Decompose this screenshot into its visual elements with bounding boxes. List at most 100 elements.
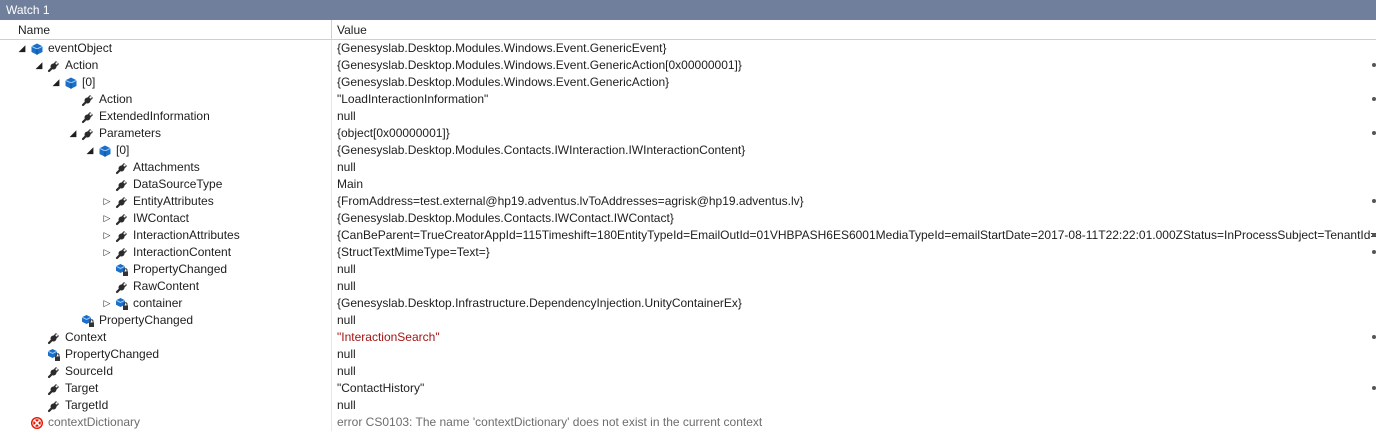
- row-name: [0]: [116, 143, 130, 157]
- name-column-header[interactable]: Name: [0, 20, 332, 39]
- row-value[interactable]: null: [332, 397, 1376, 414]
- row-value[interactable]: Main: [332, 176, 1376, 193]
- watch-row[interactable]: PropertyChanged null: [0, 312, 1376, 329]
- row-name: DataSourceType: [133, 177, 223, 191]
- name-cell: ▷ IWContact: [0, 210, 332, 227]
- watch-row[interactable]: SourceId null: [0, 363, 1376, 380]
- row-value[interactable]: {StructTextMimeType=Text=}: [332, 244, 1376, 261]
- name-cell: PropertyChanged: [0, 261, 332, 278]
- name-cell: ▷ container: [0, 295, 332, 312]
- watch-row[interactable]: PropertyChanged null: [0, 346, 1376, 363]
- watch-row[interactable]: ◢ Parameters {object[0x00000001]}: [0, 125, 1376, 142]
- watch-row[interactable]: ▷ InteractionAttributes {CanBeParent=TrueC…: [0, 227, 1376, 244]
- watch-row[interactable]: ExtendedInformation null: [0, 108, 1376, 125]
- row-value[interactable]: "InteractionSearch": [332, 329, 1376, 346]
- row-value[interactable]: "ContactHistory": [332, 380, 1376, 397]
- collapsed-arrow-icon[interactable]: ▷: [101, 295, 113, 312]
- collapsed-arrow-icon[interactable]: ▷: [101, 210, 113, 227]
- column-header: Name Value: [0, 20, 1376, 40]
- row-value[interactable]: null: [332, 346, 1376, 363]
- watch-row[interactable]: ◢ Action {Genesyslab.Desktop.Modules.Windo…: [0, 57, 1376, 74]
- wrench-icon: [81, 93, 95, 107]
- watch-row[interactable]: TargetId null: [0, 397, 1376, 414]
- overflow-marker: [1372, 335, 1376, 339]
- private-field-icon: [115, 263, 129, 277]
- watch-row[interactable]: RawContent null: [0, 278, 1376, 295]
- row-value[interactable]: null: [332, 312, 1376, 329]
- wrench-icon: [47, 331, 61, 345]
- row-value[interactable]: null: [332, 363, 1376, 380]
- name-cell: ▷ InteractionContent: [0, 244, 332, 261]
- name-cell: TargetId: [0, 397, 332, 414]
- expanded-arrow-icon[interactable]: ◢: [50, 74, 62, 91]
- watch-row[interactable]: ◢ eventObject {Genesyslab.Desktop.Modules.…: [0, 40, 1376, 57]
- expanded-arrow-icon[interactable]: ◢: [33, 57, 45, 74]
- row-value[interactable]: {object[0x00000001]}: [332, 125, 1376, 142]
- overflow-marker: [1372, 233, 1376, 237]
- wrench-icon: [115, 195, 129, 209]
- watch-row[interactable]: Attachments null: [0, 159, 1376, 176]
- expanded-arrow-icon[interactable]: ◢: [67, 125, 79, 142]
- row-name: Target: [65, 381, 99, 395]
- row-value[interactable]: {FromAddress=test.external@hp19.adventus…: [332, 193, 1376, 210]
- row-value[interactable]: null: [332, 108, 1376, 125]
- name-cell: Action: [0, 91, 332, 108]
- row-name: ExtendedInformation: [99, 109, 210, 123]
- row-value[interactable]: null: [332, 261, 1376, 278]
- row-value[interactable]: {Genesyslab.Desktop.Modules.Contacts.IWI…: [332, 142, 1376, 159]
- row-value[interactable]: {CanBeParent=TrueCreatorAppId=115Timeshi…: [332, 227, 1376, 244]
- watch-row[interactable]: Context "InteractionSearch": [0, 329, 1376, 346]
- watch-window-titlebar[interactable]: Watch 1: [0, 0, 1376, 20]
- row-value[interactable]: {Genesyslab.Desktop.Infrastructure.Depen…: [332, 295, 1376, 312]
- row-name: PropertyChanged: [65, 347, 160, 361]
- overflow-marker: [1372, 63, 1376, 67]
- wrench-icon: [115, 161, 129, 175]
- overflow-marker: [1372, 97, 1376, 101]
- row-name: Action: [65, 58, 99, 72]
- row-name: Context: [65, 330, 107, 344]
- row-value[interactable]: null: [332, 278, 1376, 295]
- watch-row[interactable]: Action "LoadInteractionInformation": [0, 91, 1376, 108]
- overflow-marker: [1372, 250, 1376, 254]
- wrench-icon: [115, 212, 129, 226]
- watch-row[interactable]: ▷ IWContact {Genesyslab.Desktop.Modules.Co…: [0, 210, 1376, 227]
- collapsed-arrow-icon[interactable]: ▷: [101, 227, 113, 244]
- error-icon: [30, 416, 44, 430]
- object-icon: [30, 42, 44, 56]
- wrench-icon: [115, 229, 129, 243]
- expanded-arrow-icon[interactable]: ◢: [16, 40, 28, 57]
- watch-row[interactable]: PropertyChanged null: [0, 261, 1376, 278]
- name-cell: PropertyChanged: [0, 346, 332, 363]
- name-cell: ◢ eventObject: [0, 40, 332, 57]
- watch-row[interactable]: contextDictionary error CS0103: The name …: [0, 414, 1376, 431]
- collapsed-arrow-icon[interactable]: ▷: [101, 244, 113, 261]
- watch-row[interactable]: ▷ InteractionContent {StructTextMimeType=T…: [0, 244, 1376, 261]
- wrench-icon: [47, 399, 61, 413]
- row-value[interactable]: {Genesyslab.Desktop.Modules.Contacts.IWC…: [332, 210, 1376, 227]
- wrench-icon: [115, 246, 129, 260]
- collapsed-arrow-icon[interactable]: ▷: [101, 193, 113, 210]
- watch-row[interactable]: ◢ [0] {Genesyslab.Desktop.Modules.Windows.…: [0, 74, 1376, 91]
- row-name: InteractionContent: [133, 245, 232, 259]
- expanded-arrow-icon[interactable]: ◢: [84, 142, 96, 159]
- name-cell: contextDictionary: [0, 414, 332, 431]
- watch-row[interactable]: Target "ContactHistory": [0, 380, 1376, 397]
- row-value[interactable]: null: [332, 159, 1376, 176]
- name-cell: ▷ EntityAttributes: [0, 193, 332, 210]
- row-name: PropertyChanged: [99, 313, 194, 327]
- watch-row[interactable]: ◢ [0] {Genesyslab.Desktop.Modules.Contacts…: [0, 142, 1376, 159]
- row-value[interactable]: {Genesyslab.Desktop.Modules.Windows.Even…: [332, 40, 1376, 57]
- value-column-header[interactable]: Value: [332, 20, 1376, 39]
- row-name: container: [133, 296, 183, 310]
- watch-row[interactable]: DataSourceType Main: [0, 176, 1376, 193]
- name-cell: ◢ Parameters: [0, 125, 332, 142]
- row-name: eventObject: [48, 41, 113, 55]
- watch-row[interactable]: ▷ container {Genesyslab.Desktop.Infrastruc…: [0, 295, 1376, 312]
- row-value[interactable]: {Genesyslab.Desktop.Modules.Windows.Even…: [332, 57, 1376, 74]
- row-value[interactable]: {Genesyslab.Desktop.Modules.Windows.Even…: [332, 74, 1376, 91]
- row-value[interactable]: "LoadInteractionInformation": [332, 91, 1376, 108]
- name-cell: ▷ InteractionAttributes: [0, 227, 332, 244]
- row-value[interactable]: error CS0103: The name 'contextDictionar…: [332, 414, 1376, 431]
- watch-row[interactable]: ▷ EntityAttributes {FromAddress=test.exter…: [0, 193, 1376, 210]
- wrench-icon: [47, 365, 61, 379]
